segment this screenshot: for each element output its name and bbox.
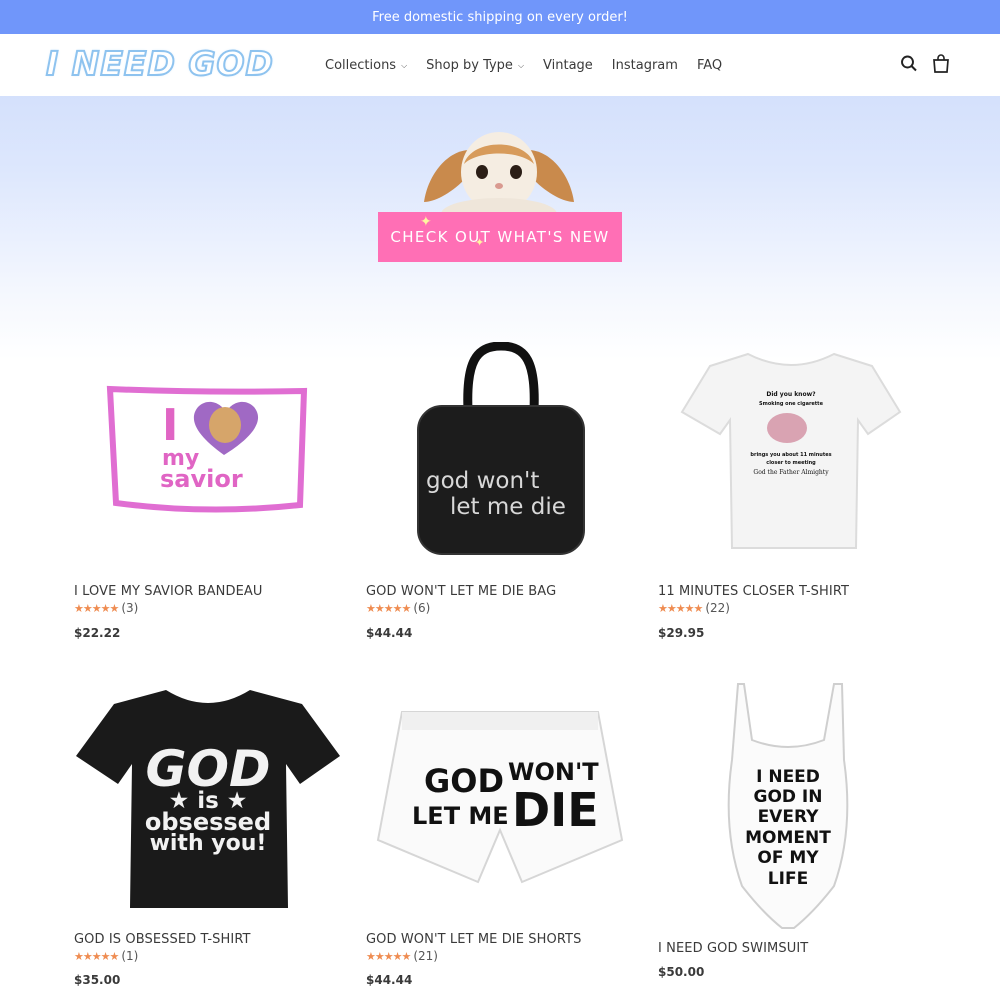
- nav-label: Shop by Type: [426, 57, 513, 73]
- product-image[interactable]: GOD ★ is ★ obsessed with you!: [74, 686, 342, 916]
- star-rating-icon: ★★★★★: [74, 949, 119, 963]
- product-card-swimsuit[interactable]: I NEED GOD IN EVERY MOMENT OF MY LIFE I …: [658, 680, 928, 1000]
- nav-label: Instagram: [611, 57, 678, 73]
- product-card-bandeau[interactable]: I my savior I LOVE MY SAVIOR BANDEAU ★★★…: [74, 330, 344, 650]
- product-card-obsessed-tee[interactable]: GOD ★ is ★ obsessed with you! GOD IS OBS…: [74, 680, 344, 1000]
- star-rating-icon: ★★★★★: [366, 949, 411, 963]
- product-rating: ★★★★★ (6): [366, 601, 430, 615]
- site-header: I NEED GOD Collections ⌵ Shop by Type ⌵ …: [0, 34, 1000, 96]
- review-count: (1): [121, 949, 139, 963]
- site-logo[interactable]: I NEED GOD: [45, 43, 274, 84]
- product-image[interactable]: I my savior: [104, 385, 310, 519]
- product-title[interactable]: GOD IS OBSESSED T-SHIRT: [74, 932, 251, 947]
- star-rating-icon: ★★★★★: [658, 601, 703, 615]
- art-line1: Did you know?: [766, 391, 816, 398]
- product-price: $22.22: [74, 626, 121, 640]
- search-icon[interactable]: [900, 54, 918, 74]
- product-card-bag[interactable]: god won't let me die GOD WON'T LET ME DI…: [366, 330, 636, 650]
- nav-collections[interactable]: Collections ⌵: [325, 58, 407, 73]
- review-count: (6): [413, 601, 431, 615]
- art-line3: WON'T: [508, 758, 599, 786]
- art-line1: GOD: [424, 762, 504, 800]
- product-image[interactable]: I NEED GOD IN EVERY MOMENT OF MY LIFE: [722, 680, 854, 936]
- chevron-down-icon: ⌵: [401, 61, 408, 70]
- art-line3: brings you about 11 minutes: [750, 452, 831, 458]
- product-title[interactable]: GOD WON'T LET ME DIE SHORTS: [366, 932, 581, 947]
- product-image[interactable]: god won't let me die: [412, 341, 590, 562]
- product-rating: ★★★★★ (1): [74, 949, 138, 963]
- product-card-shorts[interactable]: GOD LET ME WON'T DIE GOD WON'T LET ME DI…: [366, 680, 636, 1000]
- product-rating: ★★★★★ (21): [366, 949, 438, 963]
- art-savior: savior: [160, 465, 243, 493]
- art-line3: EVERY: [758, 807, 820, 827]
- art-line4: with you!: [150, 831, 267, 856]
- art-i: I: [162, 400, 178, 451]
- art-line4: closer to meeting: [766, 460, 816, 466]
- art-line2: GOD IN: [754, 787, 823, 807]
- header-icons: [900, 54, 950, 74]
- art-line6: LIFE: [768, 869, 808, 889]
- announcement-bar: Free domestic shipping on every order!: [0, 0, 1000, 34]
- star-rating-icon: ★★★★★: [366, 601, 411, 615]
- product-title[interactable]: I NEED GOD SWIMSUIT: [658, 941, 808, 956]
- art-line1: god won't: [426, 468, 539, 494]
- art-line5: OF MY: [757, 848, 819, 868]
- main-nav: Collections ⌵ Shop by Type ⌵ Vintage Ins…: [325, 34, 722, 96]
- product-title[interactable]: 11 MINUTES CLOSER T-SHIRT: [658, 584, 849, 599]
- nav-label: Vintage: [543, 57, 593, 73]
- product-title[interactable]: GOD WON'T LET ME DIE BAG: [366, 584, 556, 599]
- product-price: $44.44: [366, 626, 413, 640]
- nav-label: Collections: [325, 57, 397, 73]
- art-line2: let me die: [450, 494, 566, 520]
- art-line2: Smoking one cigarette: [759, 401, 824, 407]
- nav-label: FAQ: [696, 57, 723, 73]
- product-card-11-minutes[interactable]: Did you know? Smoking one cigarette brin…: [658, 330, 928, 650]
- product-rating: ★★★★★ (22): [658, 601, 730, 615]
- cart-icon[interactable]: [932, 54, 950, 74]
- art-line1: I NEED: [756, 767, 820, 787]
- art-line5: God the Father Almighty: [753, 469, 829, 476]
- review-count: (22): [705, 601, 730, 615]
- star-rating-icon: ★★★★★: [74, 601, 119, 615]
- nav-vintage[interactable]: Vintage: [543, 58, 593, 73]
- chevron-down-icon: ⌵: [517, 61, 525, 70]
- nav-shop-by-type[interactable]: Shop by Type ⌵: [426, 58, 524, 73]
- review-count: (21): [413, 949, 438, 963]
- review-count: (3): [121, 601, 139, 615]
- whats-new-button[interactable]: CHECK OUT WHAT'S NEW: [378, 212, 622, 262]
- art-line4: DIE: [512, 783, 599, 837]
- product-rating: ★★★★★ (3): [74, 601, 138, 615]
- product-image[interactable]: Did you know? Smoking one cigarette brin…: [680, 348, 902, 556]
- nav-instagram[interactable]: Instagram: [612, 58, 678, 73]
- announcement-text: Free domestic shipping on every order!: [372, 9, 628, 25]
- art-line2: LET ME: [412, 802, 509, 830]
- art-line4: MOMENT: [745, 828, 831, 848]
- product-image[interactable]: GOD LET ME WON'T DIE: [372, 710, 628, 890]
- nav-faq[interactable]: FAQ: [697, 58, 722, 73]
- product-price: $35.00: [74, 973, 121, 987]
- product-title[interactable]: I LOVE MY SAVIOR BANDEAU: [74, 584, 263, 599]
- product-price: $29.95: [658, 626, 705, 640]
- product-price: $50.00: [658, 965, 705, 979]
- product-price: $44.44: [366, 973, 413, 987]
- cta-label: CHECK OUT WHAT'S NEW: [390, 228, 610, 246]
